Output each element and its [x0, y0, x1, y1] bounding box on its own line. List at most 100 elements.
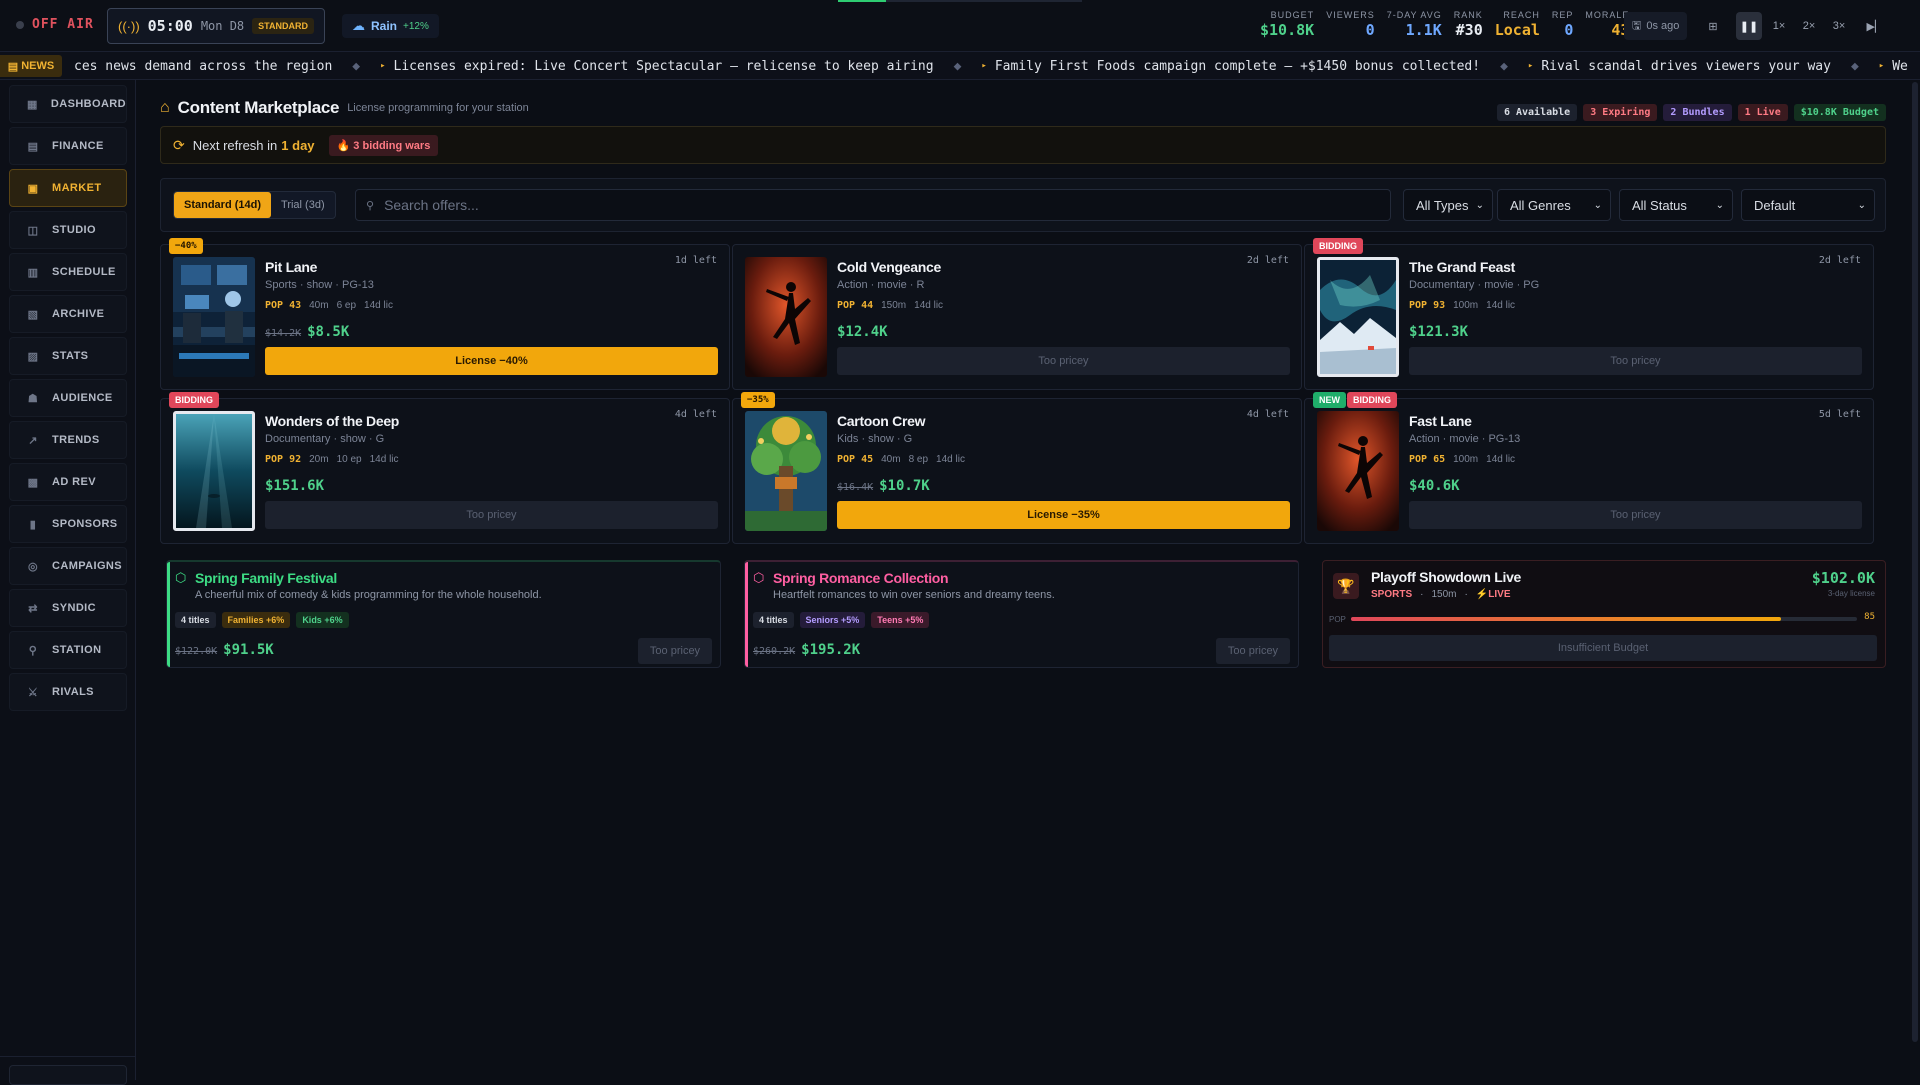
search-input[interactable] [384, 197, 1285, 213]
page-title: Content Marketplace [177, 98, 340, 117]
bundle-card[interactable]: ⬡ Spring Family Festival A cheerful mix … [166, 560, 721, 668]
offer-card[interactable]: Cold Vengeance Action · movie · R POP 44… [732, 244, 1302, 390]
summary-chip[interactable]: 6 Available [1496, 104, 1578, 121]
scrollbar-thumb[interactable] [1912, 82, 1918, 1042]
offer-duration: 40m [309, 300, 329, 311]
genre-filter-select[interactable]: All Genres ⌄ [1497, 189, 1611, 221]
offer-pop: POP 93 [1409, 300, 1446, 311]
offer-title: Pit Lane [265, 259, 318, 275]
bundle-old-price: $122.0K [175, 646, 218, 657]
offer-poster [745, 257, 827, 377]
sidebar-item-trends[interactable]: ↗ TRENDS [9, 421, 127, 459]
game-clock[interactable]: ((·)) 05:00 Mon D8 STANDARD [107, 8, 325, 44]
sidebar-item-ad-rev[interactable]: ▩ AD REV [9, 463, 127, 501]
skip-forward-button[interactable]: ▶▏ [1862, 12, 1888, 40]
weather-indicator[interactable]: ☁ Rain +12% [342, 14, 439, 38]
sidebar-item-stats[interactable]: ▨ STATS [9, 337, 127, 375]
syndication-icon: ⇄ [28, 602, 38, 615]
speed-1x-button[interactable]: 1× [1766, 12, 1792, 40]
status-filter-select[interactable]: All Status ⌄ [1619, 189, 1733, 221]
license-button[interactable]: License −35% [837, 501, 1290, 529]
too-pricey-button[interactable]: Too pricey [265, 501, 718, 529]
offer-time-left: 2d left [1246, 255, 1289, 266]
too-pricey-button[interactable]: Too pricey [837, 347, 1290, 375]
filter-bar: Standard (14d) Trial (3d) ⚲ All Types ⌄ A… [160, 178, 1886, 232]
stat-viewers: VIEWERS 0 [1320, 10, 1381, 39]
sidebar-item-dashboard[interactable]: ▦ DASHBOARD [9, 85, 127, 123]
stat-value: 0 [1365, 21, 1375, 39]
offer-pop: POP 44 [837, 300, 874, 311]
dashboard-icon: ▦ [27, 98, 38, 111]
sort-select[interactable]: Default ⌄ [1741, 189, 1875, 221]
sidebar-item-studio[interactable]: ◫ STUDIO [9, 211, 127, 249]
sidebar-footer-button[interactable] [9, 1065, 127, 1085]
new-badge: NEW [1313, 392, 1346, 408]
stat-label: BUDGET [1270, 10, 1315, 20]
broadcast-status-label: OFF AIR [32, 17, 94, 32]
offer-title: Cartoon Crew [837, 413, 926, 429]
sidebar-item-syndic[interactable]: ⇄ SYNDIC [9, 589, 127, 627]
search-box: ⚲ [355, 189, 1391, 221]
too-pricey-button[interactable]: Too pricey [1216, 638, 1290, 664]
offer-card[interactable]: −40% Pit Lane Sports · show · PG-13 POP … [160, 238, 730, 390]
offer-time-left: 1d left [674, 255, 717, 266]
offer-card[interactable]: −35% Cartoon Crew Kids · show · G POP 45… [732, 392, 1302, 544]
too-pricey-button[interactable]: Too pricey [1409, 501, 1862, 529]
offer-card[interactable]: NEW BIDDING Fast Lane Action · movie · PG… [1304, 392, 1874, 544]
sidebar-item-station[interactable]: ⚲ STATION [9, 631, 127, 669]
live-event-card[interactable]: 🏆 Playoff Showdown Live SPORTS · 150m · … [1322, 560, 1886, 668]
mode-trial-button[interactable]: Trial (3d) [271, 192, 335, 218]
speed-3x-button[interactable]: 3× [1826, 12, 1852, 40]
offer-card[interactable]: BIDDING Wonders of the Deep Documentary … [160, 392, 730, 544]
stat-value: 1.1K [1405, 21, 1442, 39]
summary-chips: 6 Available 3 Expiring 2 Bundles 1 Live $10.… [1496, 104, 1886, 121]
sidebar-item-schedule[interactable]: ▥ SCHEDULE [9, 253, 127, 291]
sidebar-item-audience[interactable]: ☗ AUDIENCE [9, 379, 127, 417]
ticker-separator-icon: ◆ [1500, 58, 1508, 74]
layout-grid-icon[interactable]: ⊞ [1700, 12, 1726, 40]
sidebar-item-rivals[interactable]: ⚔ RIVALS [9, 673, 127, 711]
marketplace-header: ⌂ Content Marketplace License programmin… [160, 96, 1886, 121]
live-pop-fill [1351, 617, 1782, 621]
license-button[interactable]: License −40% [265, 347, 718, 375]
sort-value: Default [1754, 197, 1796, 213]
station-stats: BUDGET $10.8K VIEWERS 0 7-DAY AVG 1.1K RANK… [1254, 10, 1635, 39]
type-filter-select[interactable]: All Types ⌄ [1403, 189, 1493, 221]
stat-label: REP [1551, 10, 1574, 20]
sidebar-item-finance[interactable]: ▤ FINANCE [9, 127, 127, 165]
offer-current-price: $121.3K [1409, 324, 1469, 340]
too-pricey-button[interactable]: Too pricey [638, 638, 712, 664]
rivals-icon: ⚔ [27, 686, 39, 699]
too-pricey-button[interactable]: Too pricey [1409, 347, 1862, 375]
bundle-card[interactable]: ⬡ Spring Romance Collection Heartfelt ro… [744, 560, 1299, 668]
offer-stats: POP 93 100m 14d lic [1409, 300, 1515, 311]
sidebar-item-market[interactable]: ▣ MARKET [9, 169, 127, 207]
summary-chip[interactable]: 1 Live [1737, 104, 1788, 121]
live-flag-label: LIVE [1488, 589, 1511, 600]
status-dot-icon [16, 20, 24, 29]
summary-chip[interactable]: $10.8K Budget [1793, 104, 1886, 121]
speed-2x-button[interactable]: 2× [1796, 12, 1822, 40]
sidebar-item-archive[interactable]: ▧ ARCHIVE [9, 295, 127, 333]
insufficient-budget-button[interactable]: Insufficient Budget [1329, 635, 1877, 661]
sidebar-item-sponsors[interactable]: ▮ SPONSORS [9, 505, 127, 543]
stat-rep: REP 0 [1546, 10, 1580, 39]
mode-standard-button[interactable]: Standard (14d) [174, 192, 272, 218]
pause-button[interactable]: ❚❚ [1736, 12, 1762, 40]
live-pop-label: POP [1329, 615, 1346, 624]
day-progress-track [886, 0, 1082, 2]
offer-license-term: 14d lic [936, 454, 965, 465]
stat-budget: BUDGET $10.8K [1254, 10, 1320, 39]
summary-chip[interactable]: 2 Bundles [1663, 104, 1732, 121]
save-status[interactable]: 🖫 0s ago [1624, 12, 1688, 40]
summary-chip[interactable]: 3 Expiring [1583, 104, 1658, 121]
offer-card[interactable]: BIDDING The Grand Feast Documentary · mo… [1304, 238, 1874, 390]
live-license-term: 3-day license [1827, 589, 1875, 598]
offer-stats: POP 65 100m 14d lic [1409, 454, 1515, 465]
sidebar-item-campaigns[interactable]: ◎ CAMPAIGNS [9, 547, 127, 585]
bidding-wars-badge[interactable]: 🔥 3 bidding wars [328, 134, 439, 156]
bidding-badge: BIDDING [1347, 392, 1397, 408]
type-filter-value: All Types [1416, 197, 1469, 213]
bundle-bonus-tag: Families +6% [221, 612, 291, 628]
offer-poster [1317, 257, 1399, 377]
